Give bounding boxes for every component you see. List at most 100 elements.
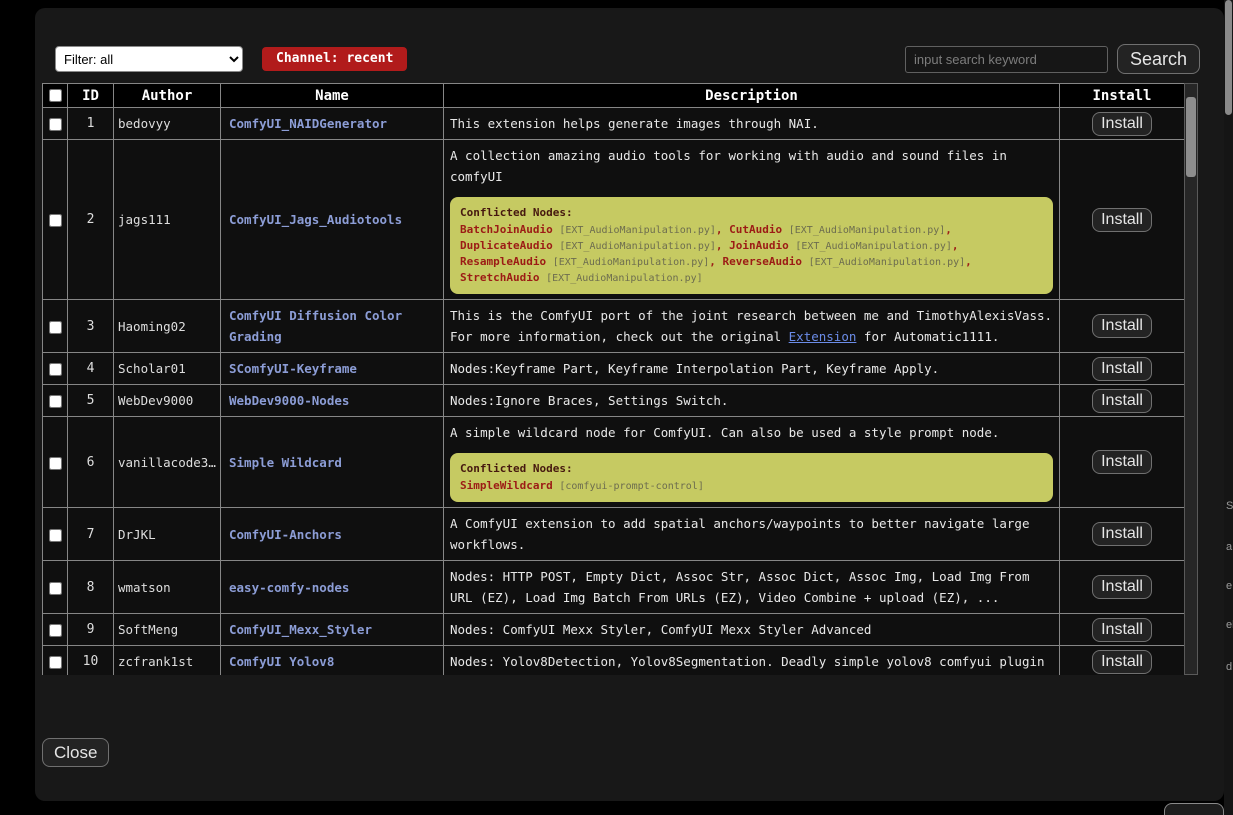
table-header-row: ID Author Name Description Install	[43, 84, 1185, 108]
extension-name-link[interactable]: ComfyUI_Jags_Audiotools	[229, 212, 402, 227]
header-name: Name	[221, 84, 444, 108]
extension-name-link[interactable]: WebDev9000-Nodes	[229, 393, 349, 408]
row-author: bedovyy	[114, 108, 221, 140]
row-install-cell: Install	[1060, 614, 1185, 646]
conflicted-nodes-warning: Conflicted Nodes: SimpleWildcard [comfyui…	[450, 453, 1053, 502]
row-author: SoftMeng	[114, 614, 221, 646]
select-all-checkbox[interactable]	[49, 89, 62, 102]
extension-name-link[interactable]: SComfyUI-Keyframe	[229, 361, 357, 376]
table-row: 3Haoming02ComfyUI Diffusion Color Gradin…	[43, 300, 1185, 353]
install-button[interactable]: Install	[1092, 389, 1152, 413]
search-input[interactable]	[905, 46, 1108, 73]
row-name-cell: ComfyUI Yolov8	[221, 646, 444, 676]
clipped-background-text: a	[1226, 541, 1232, 553]
extension-name-link[interactable]: ComfyUI Diffusion Color Grading	[229, 308, 402, 344]
install-button[interactable]: Install	[1092, 208, 1152, 232]
row-install-cell: Install	[1060, 385, 1185, 417]
description-link[interactable]: Extension	[789, 329, 857, 344]
conflict-node-name: SimpleWildcard	[460, 479, 553, 492]
row-install-cell: Install	[1060, 140, 1185, 300]
row-checkbox-cell	[43, 417, 68, 508]
extension-name-link[interactable]: ComfyUI-Anchors	[229, 527, 342, 542]
row-checkbox-cell	[43, 646, 68, 676]
conflict-list: SimpleWildcard [comfyui-prompt-control]	[460, 478, 1043, 494]
conflict-node-source: [comfyui-prompt-control]	[559, 481, 704, 492]
install-button[interactable]: Install	[1092, 650, 1152, 674]
row-author: DrJKL	[114, 508, 221, 561]
row-checkbox[interactable]	[49, 321, 62, 334]
filter-select[interactable]: Filter: all	[55, 46, 243, 72]
clipped-background-text: S	[1226, 500, 1233, 512]
row-name-cell: WebDev9000-Nodes	[221, 385, 444, 417]
row-checkbox[interactable]	[49, 363, 62, 376]
install-button[interactable]: Install	[1092, 450, 1152, 474]
row-description: Nodes:Ignore Braces, Settings Switch.	[444, 385, 1060, 417]
install-button[interactable]: Install	[1092, 575, 1152, 599]
row-checkbox[interactable]	[49, 457, 62, 470]
row-checkbox[interactable]	[49, 582, 62, 595]
conflicted-nodes-warning: Conflicted Nodes:BatchJoinAudio [EXT_Aud…	[450, 197, 1053, 294]
row-author: Haoming02	[114, 300, 221, 353]
row-checkbox[interactable]	[49, 656, 62, 669]
conflict-title: Conflicted Nodes:	[460, 461, 1043, 476]
row-checkbox-cell	[43, 508, 68, 561]
row-checkbox[interactable]	[49, 529, 62, 542]
conflict-list: BatchJoinAudio [EXT_AudioManipulation.py…	[460, 222, 1043, 286]
install-button[interactable]: Install	[1092, 357, 1152, 381]
conflict-node-name: BatchJoinAudio	[460, 223, 553, 236]
install-button[interactable]: Install	[1092, 314, 1152, 338]
conflict-node-name: JoinAudio	[729, 239, 789, 252]
row-id: 6	[68, 417, 114, 508]
search-button[interactable]: Search	[1117, 44, 1200, 74]
conflict-node-source: [EXT_AudioManipulation.py]	[559, 225, 716, 236]
table-row: 4Scholar01SComfyUI-KeyframeNodes:Keyfram…	[43, 353, 1185, 385]
row-install-cell: Install	[1060, 508, 1185, 561]
row-id: 1	[68, 108, 114, 140]
row-description: A ComfyUI extension to add spatial ancho…	[444, 508, 1060, 561]
row-name-cell: ComfyUI Diffusion Color Grading	[221, 300, 444, 353]
extension-name-link[interactable]: ComfyUI_NAIDGenerator	[229, 116, 387, 131]
table-row: 1bedovyyComfyUI_NAIDGeneratorThis extens…	[43, 108, 1185, 140]
background-button-fragment	[1164, 803, 1224, 815]
table-scrollbar[interactable]	[1184, 83, 1198, 675]
row-install-cell: Install	[1060, 108, 1185, 140]
page-scrollbar-thumb[interactable]	[1225, 0, 1232, 115]
table-scrollbar-thumb[interactable]	[1186, 97, 1196, 177]
extension-name-link[interactable]: ComfyUI Yolov8	[229, 654, 334, 669]
close-button[interactable]: Close	[42, 738, 109, 767]
conflict-node-source: [EXT_AudioManipulation.py]	[546, 273, 703, 284]
install-button[interactable]: Install	[1092, 112, 1152, 136]
extension-name-link[interactable]: Simple Wildcard	[229, 455, 342, 470]
row-install-cell: Install	[1060, 417, 1185, 508]
row-author: Scholar01	[114, 353, 221, 385]
table-row: 2jags111ComfyUI_Jags_AudiotoolsA collect…	[43, 140, 1185, 300]
row-checkbox[interactable]	[49, 214, 62, 227]
row-checkbox[interactable]	[49, 624, 62, 637]
conflict-node-name: DuplicateAudio	[460, 239, 553, 252]
row-description: This is the ComfyUI port of the joint re…	[444, 300, 1060, 353]
extension-name-link[interactable]: easy-comfy-nodes	[229, 580, 349, 595]
row-install-cell: Install	[1060, 300, 1185, 353]
page-scrollbar[interactable]	[1224, 0, 1233, 815]
clipped-background-text: e	[1226, 580, 1232, 592]
row-checkbox[interactable]	[49, 118, 62, 131]
header-author: Author	[114, 84, 221, 108]
row-author: zcfrank1st	[114, 646, 221, 676]
row-checkbox-cell	[43, 300, 68, 353]
install-custom-nodes-dialog: Filter: all Channel: recent Search ID Au…	[35, 8, 1224, 801]
row-checkbox[interactable]	[49, 395, 62, 408]
table-row: 8wmatsoneasy-comfy-nodesNodes: HTTP POST…	[43, 561, 1185, 614]
custom-nodes-table: ID Author Name Description Install 1bedo…	[42, 83, 1185, 675]
row-description: Nodes: Yolov8Detection, Yolov8Segmentati…	[444, 646, 1060, 676]
row-author: jags111	[114, 140, 221, 300]
install-button[interactable]: Install	[1092, 618, 1152, 642]
header-install: Install	[1060, 84, 1185, 108]
row-description: A collection amazing audio tools for wor…	[444, 140, 1060, 300]
extension-name-link[interactable]: ComfyUI_Mexx_Styler	[229, 622, 372, 637]
row-install-cell: Install	[1060, 561, 1185, 614]
install-button[interactable]: Install	[1092, 522, 1152, 546]
table-row: 7DrJKLComfyUI-AnchorsA ComfyUI extension…	[43, 508, 1185, 561]
row-checkbox-cell	[43, 385, 68, 417]
row-author: wmatson	[114, 561, 221, 614]
table-row: 9SoftMengComfyUI_Mexx_StylerNodes: Comfy…	[43, 614, 1185, 646]
